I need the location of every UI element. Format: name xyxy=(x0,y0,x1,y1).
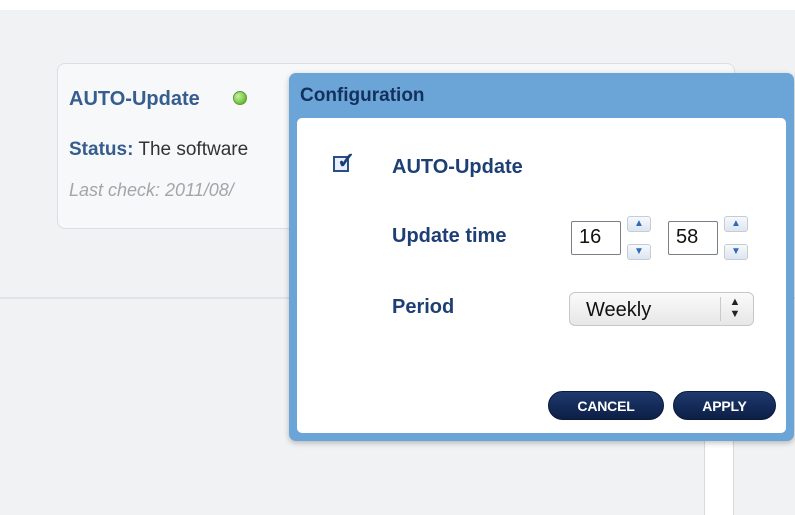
hour-down-arrow-icon[interactable]: ▼ xyxy=(627,244,651,260)
status-green-dot-icon xyxy=(233,91,247,105)
dialog-title: Configuration xyxy=(300,85,425,106)
minute-down-arrow-icon[interactable]: ▼ xyxy=(724,244,748,260)
period-label: Period xyxy=(392,296,455,318)
hour-input[interactable]: 16 xyxy=(571,221,621,255)
auto-update-checkbox[interactable]: ✓ xyxy=(333,150,355,172)
card-title: AUTO-Update xyxy=(69,88,200,110)
checkmark-icon: ✓ xyxy=(337,148,356,173)
update-time-label: Update time xyxy=(392,225,507,247)
select-divider xyxy=(720,297,721,321)
auto-update-label: AUTO-Update xyxy=(392,156,523,178)
period-select[interactable]: Weekly ▲ ▼ xyxy=(569,292,754,326)
dialog-body: ✓ AUTO-Update Update time 16 ▲ ▼ 58 ▲ ▼ … xyxy=(297,118,786,433)
hour-up-arrow-icon[interactable]: ▲ xyxy=(627,216,651,232)
minute-up-arrow-icon[interactable]: ▲ xyxy=(724,216,748,232)
status-row: Status: The software xyxy=(69,139,248,161)
period-selected-value: Weekly xyxy=(586,299,652,321)
apply-button[interactable]: APPLY xyxy=(673,391,776,420)
status-text: The software xyxy=(138,139,249,160)
cancel-button[interactable]: CANCEL xyxy=(548,391,664,420)
status-label: Status: xyxy=(69,139,134,160)
last-check-text: Last check: 2011/08/ xyxy=(69,180,234,200)
vertical-panel-edge xyxy=(704,440,734,515)
configuration-dialog: Configuration ✓ AUTO-Update Update time … xyxy=(289,73,794,441)
minute-input[interactable]: 58 xyxy=(668,221,718,255)
select-updown-icon: ▲ ▼ xyxy=(729,296,741,320)
